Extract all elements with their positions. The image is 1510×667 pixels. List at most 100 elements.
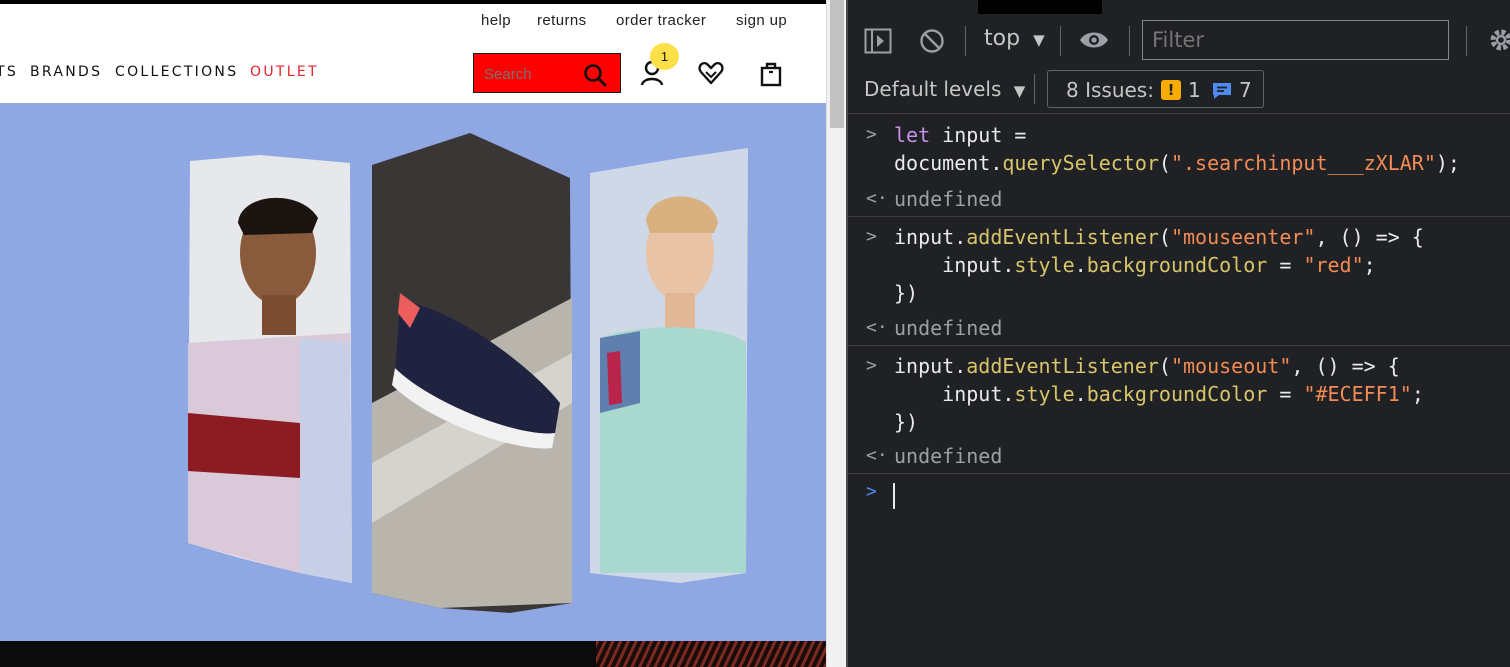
nav-item-cut-off[interactable]: TS (0, 64, 18, 80)
code-token: "red" (1303, 253, 1364, 277)
devtools-active-tab[interactable] (978, 0, 1102, 14)
issues-info-count: 7 (1239, 78, 1252, 102)
code-token: querySelector (1002, 151, 1159, 175)
code-token: ( (1158, 151, 1171, 175)
context-select-value: top (984, 26, 1021, 51)
code-token: let (894, 123, 931, 147)
log-levels-dropdown[interactable]: Default levels ▼ (864, 77, 1025, 101)
code-token: ; (1411, 382, 1424, 406)
code-token: backgroundColor (1086, 382, 1268, 406)
sidebar-toggle-icon[interactable] (864, 28, 892, 54)
code-token: ( (1158, 225, 1171, 249)
top-border (0, 0, 826, 4)
result-arrow-icon: <· (866, 317, 888, 338)
search-box[interactable] (473, 53, 621, 93)
search-icon[interactable] (582, 62, 608, 88)
console-settings-bar: Default levels ▼ 8 Issues: ! 1 7 (848, 66, 1510, 114)
console-toolbar: top ▼ (848, 14, 1510, 66)
code-token: input = (930, 123, 1027, 147)
nav-item-outlet[interactable]: OUTLET (250, 64, 319, 80)
input-chevron-icon: > (866, 124, 877, 145)
filter-input[interactable] (1142, 20, 1449, 60)
code-token: "#ECEFF1" (1303, 382, 1412, 406)
entry-separator (848, 473, 1510, 474)
console-result: undefined (894, 187, 1003, 211)
issues-warning-count: 1 (1188, 78, 1201, 102)
code-token: addEventListener (966, 225, 1159, 249)
issues-label: 8 Issues: (1066, 78, 1154, 102)
code-token: style (1014, 253, 1075, 277)
code-token: input. (894, 253, 1015, 277)
code-line: input.style.backgroundColor = "red"; (894, 251, 1424, 279)
console-result: undefined (894, 444, 1003, 468)
code-line: document.querySelector(".searchinput___z… (894, 149, 1460, 177)
toolbar-separator (1129, 26, 1130, 56)
next-section-strip (0, 641, 826, 667)
result-arrow-icon: <· (866, 445, 888, 466)
nav-item-brands[interactable]: BRANDS (30, 64, 102, 80)
hero-illustration (188, 133, 748, 613)
order-tracker-link[interactable]: order tracker (616, 12, 706, 29)
info-message-icon (1213, 83, 1231, 99)
input-chevron-icon: > (866, 226, 877, 247)
code-line: let input = (894, 121, 1460, 149)
console-code: input.addEventListener("mouseout", () =>… (894, 352, 1424, 436)
console-code: input.addEventListener("mouseenter", () … (894, 223, 1424, 307)
log-levels-label: Default levels (864, 77, 1002, 101)
code-token: }) (894, 410, 919, 434)
code-line: input.addEventListener("mouseenter", () … (894, 223, 1424, 251)
code-token: = (1267, 253, 1304, 277)
code-token: . (1074, 382, 1087, 406)
code-token: ".searchinput___zXLAR" (1170, 151, 1436, 175)
entry-separator (848, 216, 1510, 217)
code-token: backgroundColor (1086, 253, 1268, 277)
scrollbar-thumb[interactable] (830, 0, 844, 128)
eye-icon[interactable] (1078, 29, 1110, 51)
code-token: "mouseenter" (1170, 225, 1316, 249)
code-line: }) (894, 279, 1424, 307)
settings-gear-icon[interactable] (1488, 27, 1510, 53)
search-input[interactable] (484, 64, 574, 84)
code-token: input. (894, 382, 1015, 406)
hero-banner-image[interactable] (0, 103, 826, 641)
code-token: style (1014, 382, 1075, 406)
console-code: let input = document.querySelector(".sear… (894, 121, 1460, 177)
sign-up-link[interactable]: sign up (736, 12, 787, 29)
code-token: , () => { (1291, 354, 1400, 378)
result-arrow-icon: <· (866, 188, 888, 209)
code-token: = (1267, 382, 1304, 406)
clear-console-icon[interactable] (919, 28, 945, 54)
code-line: input.addEventListener("mouseout", () =>… (894, 352, 1424, 380)
pattern-image (596, 641, 826, 667)
code-token: input. (894, 354, 967, 378)
issues-button[interactable]: 8 Issues: ! 1 7 (1047, 70, 1264, 108)
code-token: , () => { (1315, 225, 1424, 249)
page-scrollbar[interactable] (826, 0, 846, 667)
context-select[interactable]: top ▼ (984, 26, 1045, 51)
warning-icon: ! (1161, 80, 1181, 100)
console-result: undefined (894, 316, 1003, 340)
code-token: ; (1363, 253, 1376, 277)
website-viewport: help returns order tracker sign up TS BR… (0, 0, 826, 667)
code-token: "mouseout" (1170, 354, 1292, 378)
code-token: input. (894, 225, 967, 249)
notification-badge: 1 (650, 43, 679, 70)
nav-item-collections[interactable]: COLLECTIONS (115, 64, 238, 80)
help-link[interactable]: help (481, 12, 511, 29)
console-output[interactable]: > let input = document.querySelector(".se… (848, 115, 1510, 667)
devtools-tab-strip (848, 0, 1510, 14)
code-token: }) (894, 281, 919, 305)
code-token: document. (894, 151, 1003, 175)
bag-icon[interactable] (756, 58, 786, 88)
prompt-chevron-icon: > (866, 481, 877, 502)
devtools-panel: top ▼ Default levels ▼ 8 Issues: ! 1 (848, 0, 1510, 667)
chevron-down-icon: ▼ (1013, 82, 1026, 100)
wishlist-icon[interactable] (696, 58, 726, 88)
text-caret (893, 483, 895, 509)
returns-link[interactable]: returns (537, 12, 587, 29)
code-line: input.style.backgroundColor = "#ECEFF1"; (894, 380, 1424, 408)
code-token: . (1074, 253, 1087, 277)
code-line: }) (894, 408, 1424, 436)
toolbar-separator (1060, 26, 1061, 56)
code-token: ); (1435, 151, 1460, 175)
